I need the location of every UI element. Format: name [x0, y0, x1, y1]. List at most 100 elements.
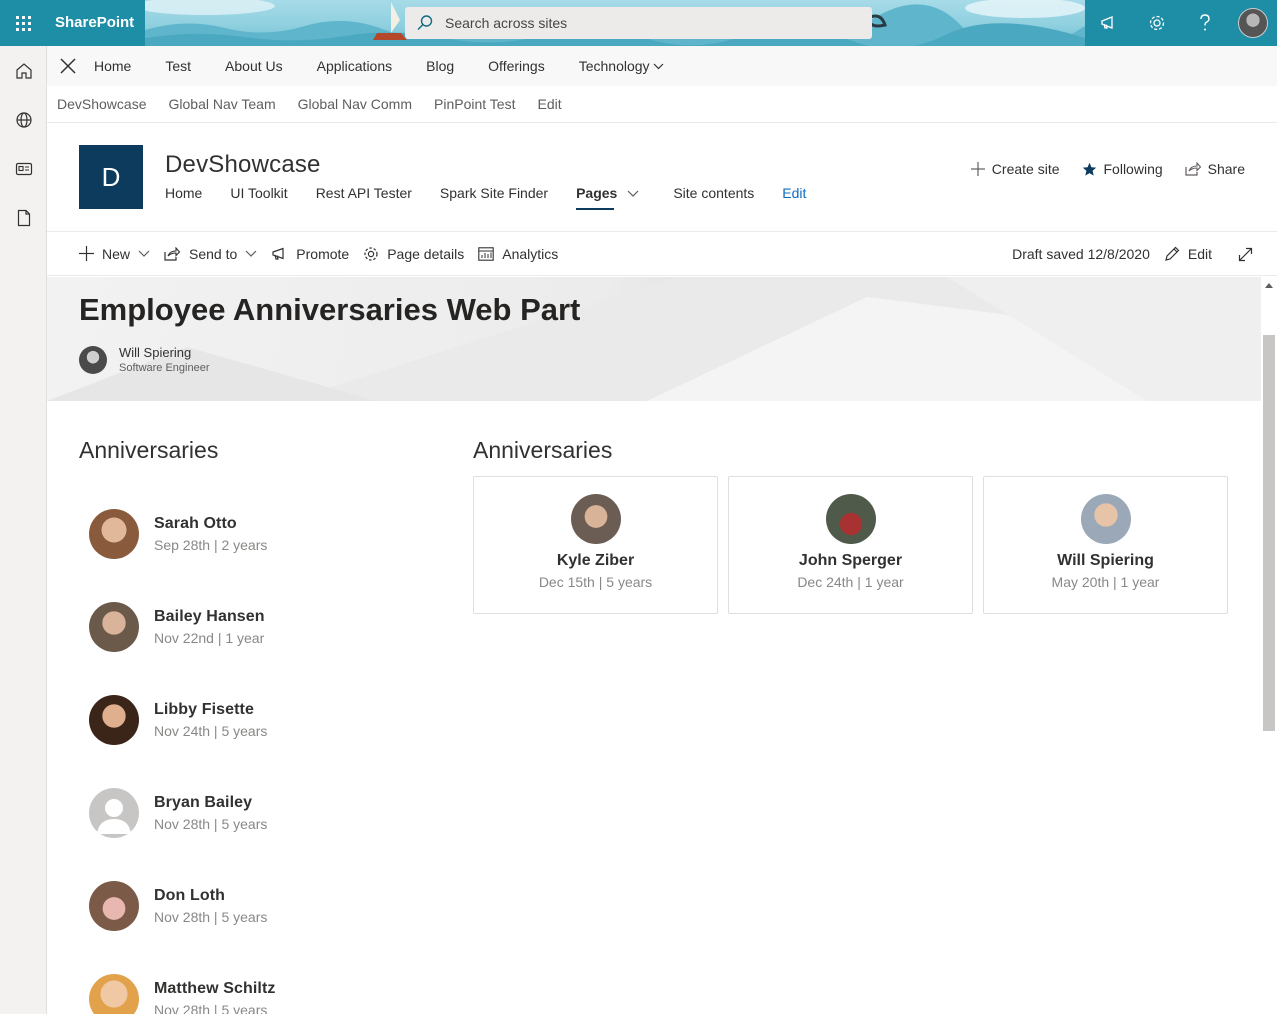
site-nav-site-contents[interactable]: Site contents	[673, 185, 754, 201]
author-name: Will Spiering	[119, 345, 192, 360]
site-nav-home[interactable]: Home	[165, 185, 202, 201]
avatar	[79, 345, 107, 374]
anniversary-detail: Nov 28th | 5 years	[154, 908, 268, 925]
analytics-button[interactable]: Analytics	[478, 246, 558, 262]
expand-icon	[1238, 247, 1253, 261]
site-nav-spark-site-finder[interactable]: Spark Site Finder	[440, 185, 548, 201]
feedback-button[interactable]	[1085, 0, 1133, 46]
search-icon	[405, 14, 445, 32]
hub-sub-edit[interactable]: Edit	[537, 96, 561, 112]
share-button[interactable]: Share	[1185, 161, 1245, 177]
page-author[interactable]: Will Spiering Software Engineer	[79, 345, 210, 374]
expand-button[interactable]	[1238, 247, 1253, 262]
chevron-down-icon	[627, 190, 639, 197]
draft-saved-status: Draft saved 12/8/2020	[1012, 246, 1150, 262]
page-title: Employee Anniversaries Web Part	[79, 292, 581, 327]
avatar	[89, 601, 139, 652]
app-bar	[0, 46, 47, 1014]
hub-nav-applications[interactable]: Applications	[317, 58, 393, 74]
news-button[interactable]	[0, 144, 47, 193]
list-item[interactable]: Don Loth Nov 28th | 5 years	[89, 859, 276, 952]
hub-nav-home[interactable]: Home	[94, 58, 131, 74]
hub-nav-blog[interactable]: Blog	[426, 58, 454, 74]
hub-nav-offerings[interactable]: Offerings	[488, 58, 545, 74]
avatar	[89, 508, 139, 559]
help-button[interactable]	[1181, 0, 1229, 46]
list-item[interactable]: Libby Fisette Nov 24th | 5 years	[89, 673, 276, 766]
home-button[interactable]	[0, 46, 47, 95]
hub-navigation: Home Test About Us Applications Blog Off…	[47, 46, 1277, 86]
account-button[interactable]	[1229, 0, 1277, 46]
share-label: Share	[1207, 161, 1245, 177]
promote-label: Promote	[296, 245, 350, 262]
site-title[interactable]: DevShowcase	[165, 151, 321, 179]
list-item[interactable]: Sarah Otto Sep 28th | 2 years	[89, 487, 276, 580]
hub-nav-test[interactable]: Test	[165, 58, 191, 74]
brand-name[interactable]: SharePoint	[55, 14, 134, 31]
scroll-up-arrow-icon[interactable]	[1265, 283, 1273, 288]
command-bar-right: Draft saved 12/8/2020 Edit	[1012, 232, 1253, 276]
site-nav-rest-api-tester[interactable]: Rest API Tester	[316, 185, 412, 201]
close-icon	[60, 58, 76, 74]
person-name: Sarah Otto	[154, 514, 237, 532]
list-item[interactable]: Bailey Hansen Nov 22nd | 1 year	[89, 580, 276, 673]
new-label: New	[102, 245, 131, 262]
create-site-button[interactable]: Create site	[970, 161, 1060, 177]
search-box[interactable]: Search across sites	[405, 7, 872, 39]
anniversary-detail: Nov 22nd | 1 year	[154, 629, 265, 646]
app-launcher-button[interactable]	[0, 0, 46, 46]
person-card[interactable]: John Sperger Dec 24th | 1 year	[728, 476, 973, 614]
send-to-button[interactable]: Send to	[164, 246, 257, 262]
search-placeholder: Search across sites	[445, 15, 568, 31]
site-nav-pages[interactable]: Pages	[576, 185, 639, 210]
person-name: Bailey Hansen	[154, 607, 265, 625]
hub-nav-about-us[interactable]: About Us	[225, 58, 283, 74]
close-button[interactable]	[47, 46, 89, 86]
promote-button[interactable]: Promote	[271, 246, 349, 262]
settings-button[interactable]	[1133, 0, 1181, 46]
anniversary-detail: Nov 24th | 5 years	[154, 722, 268, 739]
hub-nav-technology[interactable]: Technology	[579, 58, 664, 74]
site-nav-edit[interactable]: Edit	[782, 185, 806, 201]
avatar	[89, 694, 139, 745]
following-button[interactable]: Following	[1082, 161, 1163, 177]
analytics-label: Analytics	[502, 245, 559, 262]
plus-icon	[79, 246, 94, 261]
plus-icon	[970, 162, 985, 176]
site-logo[interactable]: D	[79, 145, 143, 209]
megaphone-icon	[272, 247, 284, 260]
site-nav-pages-label: Pages	[576, 185, 618, 201]
person-name: Will Spiering	[1057, 552, 1154, 569]
gear-icon	[364, 246, 378, 261]
anniversary-detail: Nov 28th | 5 years	[154, 815, 268, 832]
news-icon	[15, 162, 32, 175]
person-card[interactable]: Will Spiering May 20th | 1 year	[983, 476, 1228, 614]
pencil-icon	[1165, 246, 1180, 261]
site-nav-ui-toolkit[interactable]: UI Toolkit	[230, 185, 287, 201]
site-navigation: Home UI Toolkit Rest API Tester Spark Si…	[165, 185, 834, 210]
anniversary-detail: Sep 28th | 2 years	[154, 536, 268, 553]
hub-sub-pinpoint-test[interactable]: PinPoint Test	[434, 96, 515, 112]
chevron-down-icon	[245, 250, 257, 257]
list-item[interactable]: Matthew Schiltz Nov 28th | 5 years	[89, 952, 276, 1014]
suite-right-actions	[1085, 0, 1277, 46]
hub-sub-global-nav-team[interactable]: Global Nav Team	[169, 96, 276, 112]
avatar	[1238, 8, 1268, 38]
scrollbar-thumb[interactable]	[1263, 335, 1275, 731]
person-card[interactable]: Kyle Ziber Dec 15th | 5 years	[473, 476, 718, 614]
home-icon	[15, 62, 32, 79]
avatar	[825, 494, 876, 544]
list-item[interactable]: Bryan Bailey Nov 28th | 5 years	[89, 766, 276, 859]
global-sites-button[interactable]	[0, 95, 47, 144]
hub-sub-devshowcase[interactable]: DevShowcase	[57, 96, 147, 112]
files-button[interactable]	[0, 193, 47, 242]
avatar	[89, 787, 139, 838]
anniversary-detail: May 20th | 1 year	[1051, 574, 1160, 590]
share-icon	[164, 246, 181, 261]
new-button[interactable]: New	[79, 246, 150, 262]
hub-sub-global-nav-comm[interactable]: Global Nav Comm	[298, 96, 412, 112]
page-details-button[interactable]: Page details	[363, 246, 464, 262]
vertical-scrollbar[interactable]	[1261, 277, 1277, 1014]
site-actions: Create site Following Share	[970, 161, 1245, 177]
edit-page-button[interactable]: Edit	[1164, 246, 1212, 262]
